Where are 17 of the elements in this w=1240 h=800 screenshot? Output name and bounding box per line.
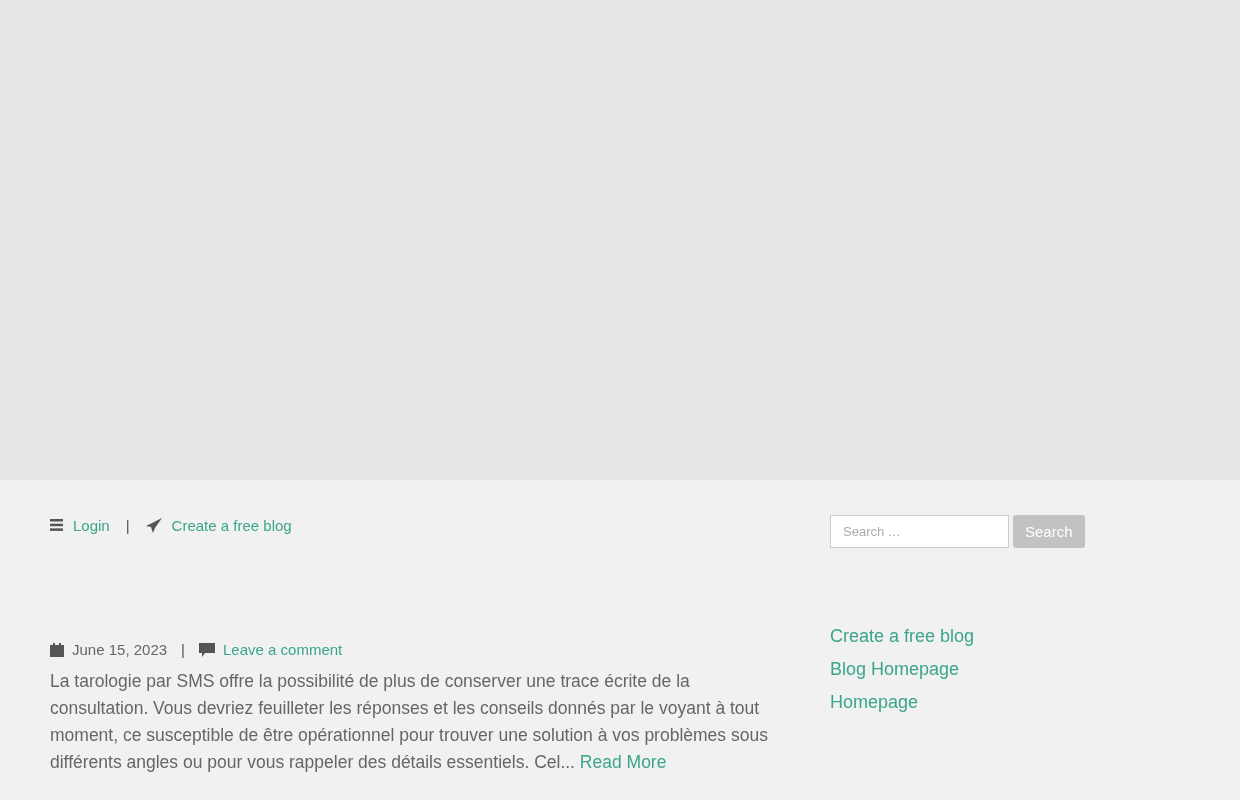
separator: | <box>125 516 130 534</box>
comment-link[interactable]: Leave a comment <box>223 641 343 658</box>
search-button[interactable]: Search <box>1013 515 1085 548</box>
post-date: June 15, 2023 <box>72 641 168 658</box>
nav-link[interactable]: Create a free blog <box>171 516 292 534</box>
calendar-icon <box>50 642 64 657</box>
menu-icon <box>50 519 63 531</box>
search-field[interactable]: Search … <box>830 515 1009 548</box>
nav-link[interactable]: Login <box>73 516 110 534</box>
separator: | <box>181 641 185 658</box>
paper-plane-icon <box>145 517 162 533</box>
sidebar-link[interactable]: Blog Homepage <box>830 659 1190 680</box>
sidebar-link[interactable]: Create a free blog <box>830 626 1190 647</box>
speech-bubble-icon <box>199 642 215 657</box>
read-more-link[interactable]: Read More <box>579 752 667 772</box>
post-excerpt: La tarologie par SMS offre la possibilité de plus de conserver une trace écrite de la consultation. Vous devriez feuilleter les réponses et les conseils donnés par le voyant à tout moment, ce susceptible de être opérationnel pour trouver une solution à vos problèmes sous différents angles ou pour vous rappeler des détails essentiels. Cel... Read More <box>50 670 769 774</box>
sidebar-link[interactable]: Homepage <box>830 692 1190 713</box>
